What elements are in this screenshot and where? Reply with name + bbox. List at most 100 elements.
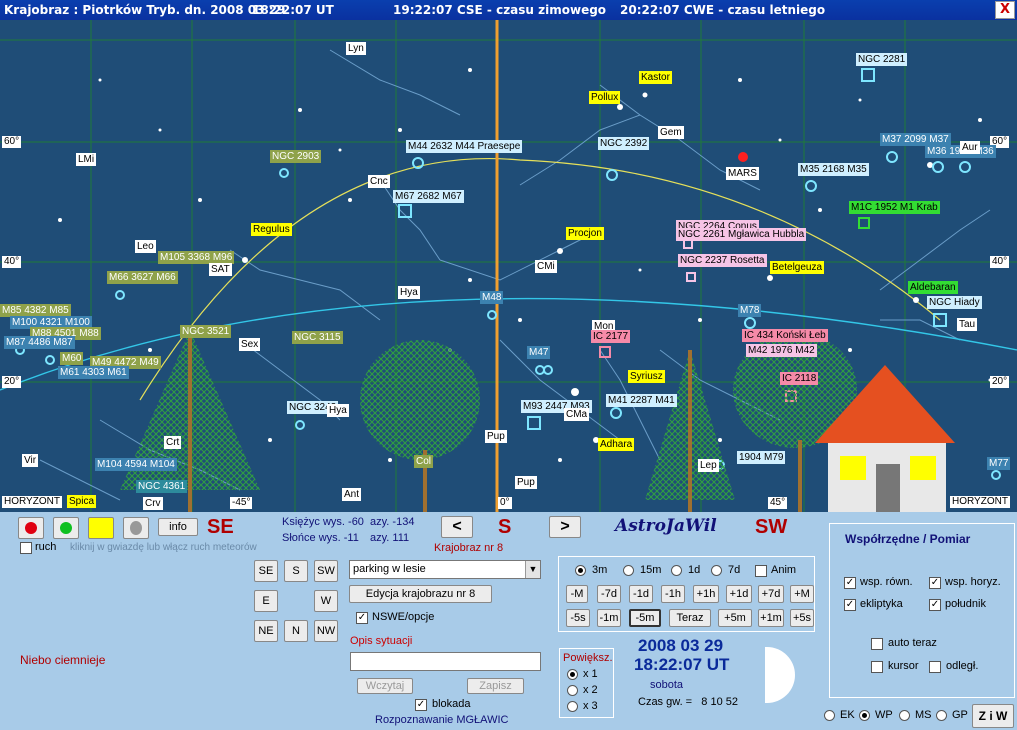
label-lmi[interactable]: LMi — [76, 153, 97, 166]
label-hya2[interactable]: Hya — [327, 404, 349, 417]
prev-direction-button[interactable]: < — [441, 516, 473, 538]
label-ngc2392[interactable]: NGC 2392 — [598, 137, 650, 150]
label-aldebaran[interactable]: Aldebaran — [908, 281, 958, 294]
chevron-down-icon[interactable]: ▼ — [525, 561, 540, 578]
step-3m-radio[interactable] — [575, 565, 586, 576]
label-cmi[interactable]: CMi — [535, 260, 557, 273]
dir-se-button[interactable]: SE — [254, 560, 278, 582]
zapisz-button[interactable]: Zapisz — [467, 678, 524, 694]
label-ngc3521[interactable]: NGC 3521 — [180, 325, 232, 338]
edit-landscape-button[interactable]: Edycja krajobrazu nr 8 — [349, 585, 492, 603]
info-button[interactable]: info — [158, 518, 198, 536]
step-minus-1h[interactable]: -1h — [661, 585, 685, 603]
label-cnc[interactable]: Cnc — [368, 175, 390, 188]
close-button[interactable]: X — [995, 1, 1015, 19]
yellow-button[interactable] — [88, 517, 114, 539]
nswe-checkbox[interactable]: ✓ — [356, 612, 368, 624]
label-betelgeuza[interactable]: Betelgeuza — [770, 261, 825, 274]
label-mars[interactable]: MARS — [726, 167, 759, 180]
step-1d-radio[interactable] — [671, 565, 682, 576]
label-ngc-hiady[interactable]: NGC Hiady — [927, 296, 982, 309]
green-dot-button[interactable] — [53, 517, 79, 539]
label-m47[interactable]: M47 — [527, 346, 551, 359]
step-minus-5m[interactable]: -5m — [629, 609, 661, 627]
label-syriusz[interactable]: Syriusz — [628, 370, 665, 383]
ms-radio[interactable] — [899, 710, 910, 721]
step-plus-1m[interactable]: +1m — [758, 609, 784, 627]
moon-phase-button[interactable] — [123, 517, 149, 539]
label-tau[interactable]: Tau — [957, 318, 978, 331]
auto-teraz-checkbox[interactable] — [871, 638, 883, 650]
step-plus-1h[interactable]: +1h — [693, 585, 719, 603]
step-minus-1d[interactable]: -1d — [629, 585, 653, 603]
label-m77[interactable]: M77 — [987, 457, 1011, 470]
red-dot-button[interactable] — [18, 517, 44, 539]
gp-radio[interactable] — [936, 710, 947, 721]
label-lep[interactable]: Lep — [698, 459, 719, 472]
step-minus-5s[interactable]: -5s — [566, 609, 590, 627]
label-m61[interactable]: M61 4303 M61 — [58, 366, 129, 379]
odleg-checkbox[interactable] — [929, 661, 941, 673]
label-sat[interactable]: SAT — [209, 263, 232, 276]
blokada-checkbox[interactable]: ✓ — [415, 699, 427, 711]
step-plus-5s[interactable]: +5s — [790, 609, 814, 627]
dir-e-button[interactable]: E — [254, 590, 278, 612]
ekliptyka-checkbox[interactable]: ✓ — [844, 599, 856, 611]
poludnik-checkbox[interactable]: ✓ — [929, 599, 941, 611]
ziw-button[interactable]: Z i W — [972, 704, 1014, 728]
step-15m-radio[interactable] — [623, 565, 634, 576]
kursor-checkbox[interactable] — [871, 661, 883, 673]
dir-ne-button[interactable]: NE — [254, 620, 278, 642]
label-regulus[interactable]: Regulus — [251, 223, 292, 236]
label-spica[interactable]: Spica — [67, 495, 97, 508]
label-ant[interactable]: Ant — [342, 488, 362, 501]
next-direction-button[interactable]: > — [549, 516, 581, 538]
label-ngc3115[interactable]: NGC 3115 — [292, 331, 343, 344]
label-pup2[interactable]: Pup — [515, 476, 537, 489]
label-crt[interactable]: Crt — [164, 436, 182, 449]
label-m42[interactable]: M42 1976 M42 — [746, 344, 817, 357]
label-aur[interactable]: Aur — [960, 141, 980, 154]
step-minus-7d[interactable]: -7d — [597, 585, 621, 603]
label-ngc4361[interactable]: NGC 4361 — [136, 480, 188, 493]
dir-s-button[interactable]: S — [284, 560, 308, 582]
step-plus-1d[interactable]: +1d — [726, 585, 752, 603]
anim-checkbox[interactable] — [755, 565, 767, 577]
label-cma[interactable]: CMa — [564, 408, 590, 421]
step-plus-month[interactable]: +M — [790, 585, 814, 603]
label-ic434[interactable]: IC 434 Koński Łeb — [742, 329, 828, 342]
label-m35[interactable]: M35 2168 M35 — [798, 163, 869, 176]
label-col[interactable]: Col — [414, 455, 434, 468]
label-ngc2281[interactable]: NGC 2281 — [856, 53, 908, 66]
label-crv[interactable]: Crv — [143, 497, 163, 510]
opis-input[interactable] — [350, 652, 541, 671]
label-pollux[interactable]: Pollux — [589, 91, 621, 104]
step-plus-5m[interactable]: +5m — [718, 609, 752, 627]
landscape-select[interactable]: parking w lesie ▼ — [349, 560, 541, 579]
wczytaj-button[interactable]: Wczytaj — [357, 678, 413, 694]
label-vir[interactable]: Vir — [22, 454, 39, 467]
wsp-rown-checkbox[interactable]: ✓ — [844, 577, 856, 589]
label-kastor[interactable]: Kastor — [639, 71, 672, 84]
label-m1[interactable]: M1C 1952 M1 Krab — [849, 201, 940, 214]
label-m67[interactable]: M67 2682 M67 — [393, 190, 464, 203]
dir-sw-button[interactable]: SW — [314, 560, 338, 582]
zoom-x3-radio[interactable] — [567, 701, 578, 712]
label-ngc2237[interactable]: NGC 2237 Rosetta — [678, 254, 767, 267]
label-ngc2261[interactable]: NGC 2261 Mgławica Hubbla — [676, 228, 807, 241]
step-minus-month[interactable]: -M — [566, 585, 588, 603]
dir-nw-button[interactable]: NW — [314, 620, 338, 642]
label-procjon[interactable]: Procjon — [566, 227, 604, 240]
label-m87[interactable]: M87 4486 M87 — [4, 336, 75, 349]
wp-radio[interactable] — [859, 710, 870, 721]
label-adhara[interactable]: Adhara — [598, 438, 635, 451]
label-m60[interactable]: M60 — [60, 352, 84, 365]
label-m79[interactable]: 1904 M79 — [737, 451, 786, 464]
dir-w-button[interactable]: W — [314, 590, 338, 612]
zoom-x2-radio[interactable] — [567, 685, 578, 696]
label-lyn[interactable]: Lyn — [346, 42, 366, 55]
label-ic2177[interactable]: IC 2177 — [591, 330, 631, 343]
label-m41[interactable]: M41 2287 M41 — [606, 394, 677, 407]
label-ngc2903[interactable]: NGC 2903 — [270, 150, 322, 163]
wsp-horyz-checkbox[interactable]: ✓ — [929, 577, 941, 589]
